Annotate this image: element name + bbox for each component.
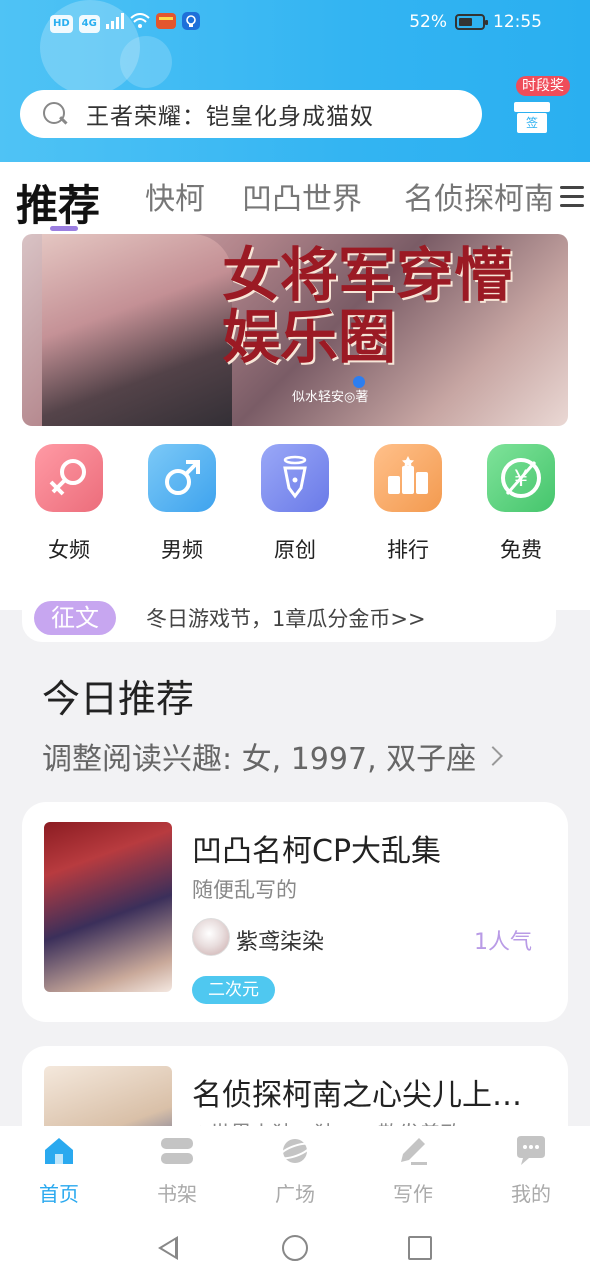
free-icon: ¥ <box>487 444 555 512</box>
announcement-bar[interactable]: 征文 冬日游戏节，1章瓜分金币>> <box>22 594 556 642</box>
planet-icon <box>278 1136 312 1166</box>
nav-write[interactable]: 写作 <box>368 1136 458 1207</box>
battery-percent: 52% <box>409 12 447 32</box>
popularity-count: 1人气 <box>474 930 532 955</box>
recent-apps-icon[interactable] <box>408 1236 432 1260</box>
nav-square[interactable]: 广场 <box>250 1136 340 1207</box>
app-notification-icon <box>155 12 176 35</box>
nav-home[interactable]: 首页 <box>14 1136 104 1207</box>
status-icons-right: 52% 12:55 <box>409 12 542 32</box>
avatar <box>192 918 230 956</box>
nav-label: 写作 <box>393 1182 433 1206</box>
search-placeholder: 王者荣耀：铠皇化身成猫奴 <box>86 104 374 130</box>
tab-detective-conan[interactable]: 名侦探柯南 <box>404 174 554 218</box>
book-title: 凹凸名柯CP大乱集 <box>192 834 442 869</box>
wifi-icon <box>130 13 150 34</box>
banner-illustration <box>42 234 232 426</box>
battery-icon <box>455 14 488 30</box>
carousel-indicator <box>353 376 365 388</box>
book-cover <box>44 822 172 992</box>
gift-icon: 签 <box>514 102 550 134</box>
nav-label: 书架 <box>157 1182 197 1206</box>
bookshelf-icon <box>161 1136 193 1166</box>
bottom-navigation: 首页 书架 广场 写作 我的 <box>0 1126 590 1216</box>
search-bar[interactable]: 王者荣耀：铠皇化身成猫奴 <box>20 90 482 138</box>
tab-aotu-world[interactable]: 凹凸世界 <box>242 174 362 218</box>
home-icon <box>43 1136 75 1166</box>
book-title: 名侦探柯南之心尖儿上… <box>192 1078 522 1113</box>
announcement-tag: 征文 <box>34 601 116 635</box>
category-free[interactable]: ¥ 免费 <box>486 444 556 564</box>
nav-label: 我的 <box>511 1182 551 1206</box>
section-title: 今日推荐 <box>42 677 195 721</box>
category-female[interactable]: 女频 <box>34 444 104 564</box>
announcement-text: 冬日游戏节，1章瓜分金币>> <box>146 607 426 631</box>
category-original[interactable]: 原创 <box>260 444 330 564</box>
ranking-icon <box>374 444 442 512</box>
banner-title: 女将军穿懵娱乐圈 <box>222 241 513 371</box>
system-navigation-bar <box>0 1216 590 1280</box>
author-name: 紫鸢柒染 <box>236 930 325 955</box>
category-male[interactable]: 男频 <box>147 444 217 564</box>
tab-indicator <box>50 226 78 231</box>
app-header: HD 4G 52% 12:55 王者荣耀：铠皇化身成猫奴 时段奖 签 <box>0 0 590 162</box>
write-icon <box>397 1136 429 1166</box>
nav-label: 广场 <box>275 1182 315 1206</box>
category-label: 免费 <box>500 538 542 562</box>
interest-text: 调整阅读兴趣: 女, 1997, 双子座 <box>42 742 477 777</box>
book-description: 随便乱写的 <box>192 878 297 902</box>
category-label: 原创 <box>274 538 316 562</box>
category-label: 女频 <box>48 538 90 562</box>
banner-author: 似水轻安◎著 <box>292 390 369 405</box>
gift-label: 签 <box>517 113 547 133</box>
category-label: 男频 <box>161 538 203 562</box>
home-circle-icon[interactable] <box>282 1235 308 1261</box>
menu-icon[interactable] <box>558 184 586 210</box>
nav-label: 首页 <box>39 1182 79 1206</box>
chevron-right-icon <box>483 746 504 766</box>
nav-mine[interactable]: 我的 <box>486 1136 576 1207</box>
category-ranking[interactable]: 排行 <box>373 444 443 564</box>
tab-recommend[interactable]: 推荐 <box>16 172 100 232</box>
tab-kuaike[interactable]: 快柯 <box>145 174 205 218</box>
category-tabs: 推荐 快柯 凹凸世界 名侦探柯南 <box>0 162 590 232</box>
chat-icon <box>515 1136 547 1166</box>
bulb-icon <box>181 12 200 35</box>
status-bar: HD 4G 52% 12:55 <box>0 0 590 48</box>
banner-carousel[interactable]: 女将军穿懵娱乐圈 似水轻安◎著 <box>22 234 568 426</box>
gift-badge: 时段奖 <box>516 76 570 96</box>
male-icon <box>148 444 216 512</box>
signal-icon <box>105 13 124 34</box>
category-label: 排行 <box>387 538 429 562</box>
reading-interest-link[interactable]: 调整阅读兴趣: 女, 1997, 双子座 <box>42 734 572 778</box>
nav-bookshelf[interactable]: 书架 <box>132 1136 222 1207</box>
pen-icon <box>261 444 329 512</box>
search-icon <box>42 101 68 127</box>
back-icon[interactable] <box>158 1236 178 1260</box>
book-card[interactable]: 凹凸名柯CP大乱集 随便乱写的 紫鸢柒染 1人气 二次元 <box>22 802 568 1022</box>
checkin-gift-button[interactable]: 时段奖 签 <box>512 76 578 140</box>
hd-icon: HD <box>50 14 73 33</box>
network-4g-icon: 4G <box>78 14 100 33</box>
status-icons-left: HD 4G <box>50 12 200 35</box>
female-icon <box>35 444 103 512</box>
clock: 12:55 <box>493 12 542 32</box>
genre-tag: 二次元 <box>192 976 275 1004</box>
